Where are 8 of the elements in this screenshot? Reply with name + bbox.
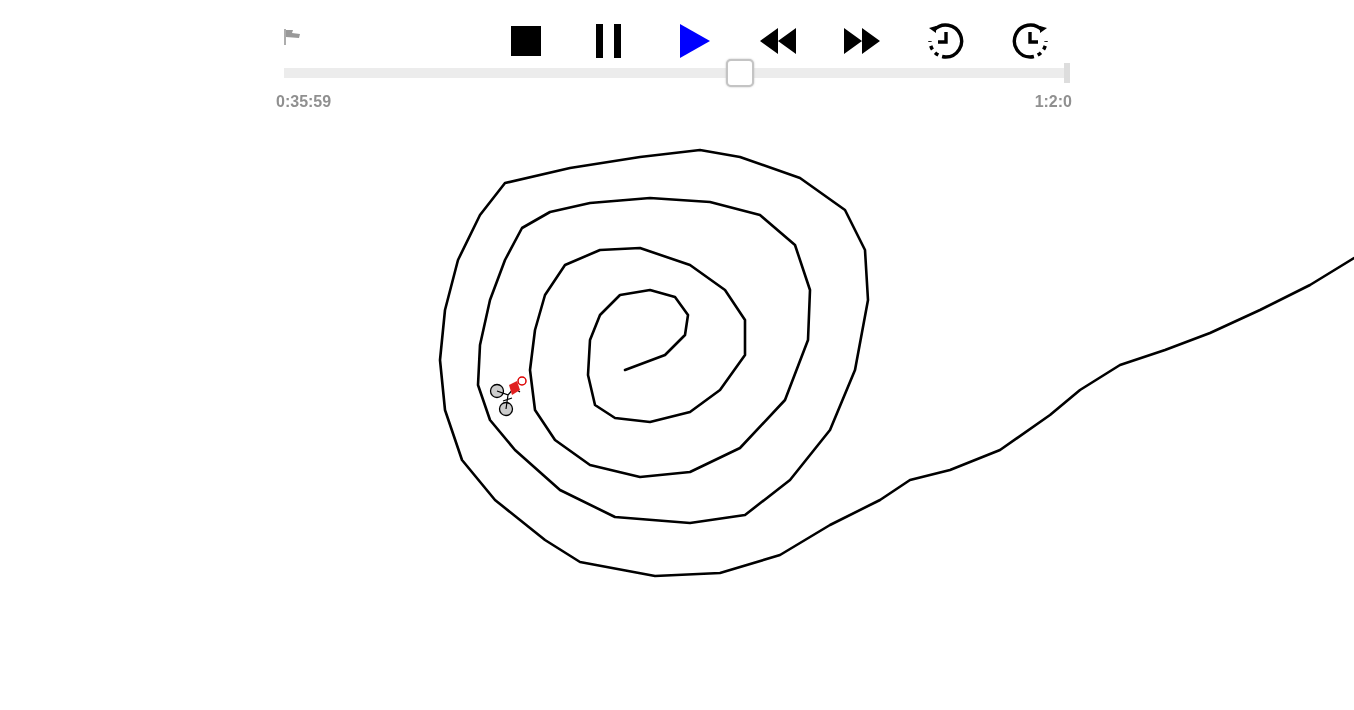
slider-thumb[interactable]: [725, 59, 754, 87]
clock-forward-icon: [1011, 22, 1049, 60]
bike-rider-drawing: [489, 376, 527, 417]
track-end-marker: [1064, 63, 1070, 83]
elapsed-time: 0:35:59: [276, 92, 332, 112]
clock-back-icon: [927, 22, 965, 60]
total-time: 1:2:0: [1034, 92, 1072, 112]
flag-icon: [283, 28, 301, 46]
